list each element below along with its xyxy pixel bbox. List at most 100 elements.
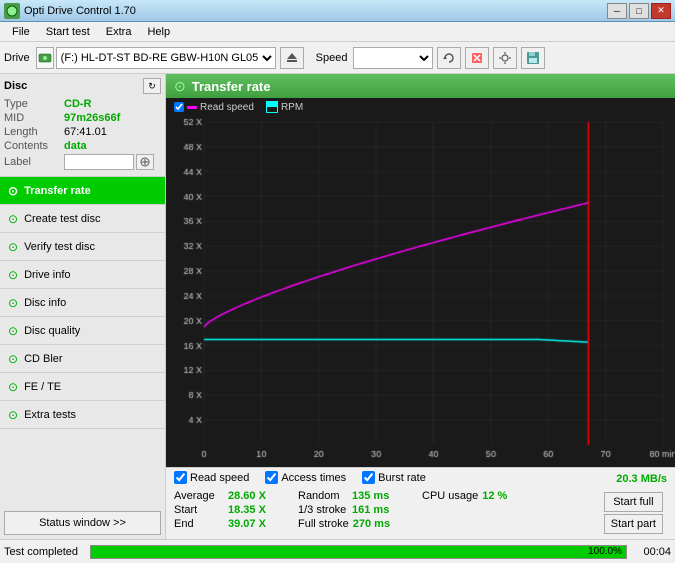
- stats-full-stroke: Full stroke 270 ms: [298, 518, 403, 530]
- disc-length-label: Length: [4, 126, 64, 138]
- stats-1-3-stroke: 1/3 stroke 161 ms: [298, 504, 402, 516]
- progress-bar: 100.0%: [90, 545, 627, 559]
- chart-legend: Read speed RPM: [166, 98, 675, 116]
- disc-title: Disc: [4, 80, 27, 92]
- chart-header: ⊙ Transfer rate: [166, 74, 675, 98]
- menu-help[interactable]: Help: [139, 24, 178, 40]
- drive-eject-button[interactable]: [280, 47, 304, 69]
- nav-transfer-rate[interactable]: ⊙ Transfer rate: [0, 177, 165, 205]
- nav-cd-bler[interactable]: ⊙ CD Bler: [0, 345, 165, 373]
- fe-te-icon: ⊙: [8, 380, 18, 394]
- legend-rpm-label: RPM: [281, 102, 303, 113]
- main-area: Disc ↻ Type CD-R MID 97m26s66f Length 67…: [0, 74, 675, 539]
- sidebar: Disc ↻ Type CD-R MID 97m26s66f Length 67…: [0, 74, 166, 539]
- legend-read-speed-dot: [187, 106, 197, 109]
- drive-select[interactable]: (F:) HL-DT-ST BD-RE GBW-H10N GL05: [56, 47, 276, 69]
- maximize-button[interactable]: □: [629, 3, 649, 19]
- disc-section: Disc ↻ Type CD-R MID 97m26s66f Length 67…: [0, 74, 165, 177]
- close-button[interactable]: ✕: [651, 3, 671, 19]
- cd-bler-icon: ⊙: [8, 352, 18, 366]
- speed-label: Speed: [316, 52, 348, 64]
- disc-info-icon: ⊙: [8, 296, 18, 310]
- disc-type-value: CD-R: [64, 98, 92, 110]
- stats-details: Average 28.60 X Random 135 ms CPU usage …: [174, 490, 667, 536]
- disc-contents-label: Contents: [4, 140, 64, 152]
- checkbox-read-speed[interactable]: Read speed: [174, 471, 249, 484]
- legend-rpm: RPM: [266, 101, 303, 113]
- window-title: Opti Drive Control 1.70: [24, 5, 136, 17]
- disc-type-label: Type: [4, 98, 64, 110]
- speed-select[interactable]: [353, 47, 433, 69]
- nav-verify-test-disc[interactable]: ⊙ Verify test disc: [0, 233, 165, 261]
- stats-buttons: Start full Start part: [600, 490, 667, 536]
- nav-disc-info[interactable]: ⊙ Disc info: [0, 289, 165, 317]
- titlebar: Opti Drive Control 1.70 ─ □ ✕: [0, 0, 675, 22]
- disc-mid-value: 97m26s66f: [64, 112, 120, 124]
- stats-row-3: End 39.07 X Full stroke 270 ms: [174, 518, 600, 530]
- chart-container: [166, 116, 675, 467]
- legend-rpm-dot: [266, 101, 278, 113]
- burst-rate-display: 20.3 MB/s: [616, 473, 667, 485]
- chart-title: Transfer rate: [192, 79, 271, 94]
- settings-button[interactable]: [493, 47, 517, 69]
- progress-label: 100.0%: [588, 546, 622, 558]
- burst-value: 20.3 MB/s: [616, 473, 667, 485]
- start-full-button[interactable]: Start full: [604, 492, 663, 512]
- titlebar-left: Opti Drive Control 1.70: [4, 3, 136, 19]
- drive-label: Drive: [4, 52, 30, 64]
- nav-fe-te[interactable]: ⊙ FE / TE: [0, 373, 165, 401]
- checkbox-access-times-input[interactable]: [265, 471, 278, 484]
- checkbox-read-speed-input[interactable]: [174, 471, 187, 484]
- content-area: ⊙ Transfer rate Read speed RPM: [166, 74, 675, 539]
- stats-cpu: CPU usage 12 %: [422, 490, 532, 502]
- time-display: 00:04: [631, 546, 671, 558]
- transfer-rate-icon: ⊙: [8, 184, 18, 198]
- menu-extra[interactable]: Extra: [98, 24, 140, 40]
- checkbox-burst-rate-input[interactable]: [362, 471, 375, 484]
- nav-extra-tests[interactable]: ⊙ Extra tests: [0, 401, 165, 429]
- progress-bar-fill: [91, 546, 626, 558]
- status-text: Test completed: [4, 546, 78, 558]
- stats-row-1: Average 28.60 X Random 135 ms CPU usage …: [174, 490, 600, 502]
- start-part-button[interactable]: Start part: [604, 514, 663, 534]
- speed-refresh-button[interactable]: [437, 47, 461, 69]
- disc-refresh-button[interactable]: ↻: [143, 78, 161, 94]
- drive-icon: [36, 47, 54, 69]
- disc-label-input[interactable]: [64, 154, 134, 170]
- statusbar: Test completed 100.0% 00:04: [0, 539, 675, 563]
- stats-row-2: Start 18.35 X 1/3 stroke 161 ms: [174, 504, 600, 516]
- disc-label-button[interactable]: [136, 154, 154, 170]
- toolbar: Drive (F:) HL-DT-ST BD-RE GBW-H10N GL05 …: [0, 42, 675, 74]
- menubar: File Start test Extra Help: [0, 22, 675, 42]
- extra-tests-icon: ⊙: [8, 408, 18, 422]
- legend-read-speed-label: Read speed: [200, 102, 254, 113]
- stats-grid-container: Average 28.60 X Random 135 ms CPU usage …: [174, 490, 600, 536]
- stats-end: End 39.07 X: [174, 518, 294, 530]
- clear-button[interactable]: [465, 47, 489, 69]
- menu-start-test[interactable]: Start test: [38, 24, 98, 40]
- legend-read-speed: Read speed: [174, 102, 254, 113]
- checkbox-access-times[interactable]: Access times: [265, 471, 346, 484]
- drive-info-icon: ⊙: [8, 268, 18, 282]
- status-window-button[interactable]: Status window >>: [4, 511, 161, 535]
- legend-read-speed-checkbox[interactable]: [174, 102, 184, 112]
- nav-drive-info[interactable]: ⊙ Drive info: [0, 261, 165, 289]
- nav-create-test-disc[interactable]: ⊙ Create test disc: [0, 205, 165, 233]
- disc-length-value: 67:41.01: [64, 126, 107, 138]
- disc-mid-label: MID: [4, 112, 64, 124]
- save-button[interactable]: [521, 47, 545, 69]
- stats-start: Start 18.35 X: [174, 504, 294, 516]
- stats-random: Random 135 ms: [298, 490, 418, 502]
- verify-test-disc-icon: ⊙: [8, 240, 18, 254]
- disc-quality-icon: ⊙: [8, 324, 18, 338]
- menu-file[interactable]: File: [4, 24, 38, 40]
- stats-bar: Read speed Access times Burst rate 20.3 …: [166, 467, 675, 539]
- app-icon: [4, 3, 20, 19]
- disc-contents-value: data: [64, 140, 87, 152]
- window-controls: ─ □ ✕: [607, 3, 671, 19]
- checkbox-burst-rate[interactable]: Burst rate: [362, 471, 426, 484]
- nav-items: ⊙ Transfer rate ⊙ Create test disc ⊙ Ver…: [0, 177, 165, 429]
- nav-disc-quality[interactable]: ⊙ Disc quality: [0, 317, 165, 345]
- minimize-button[interactable]: ─: [607, 3, 627, 19]
- stats-average: Average 28.60 X: [174, 490, 294, 502]
